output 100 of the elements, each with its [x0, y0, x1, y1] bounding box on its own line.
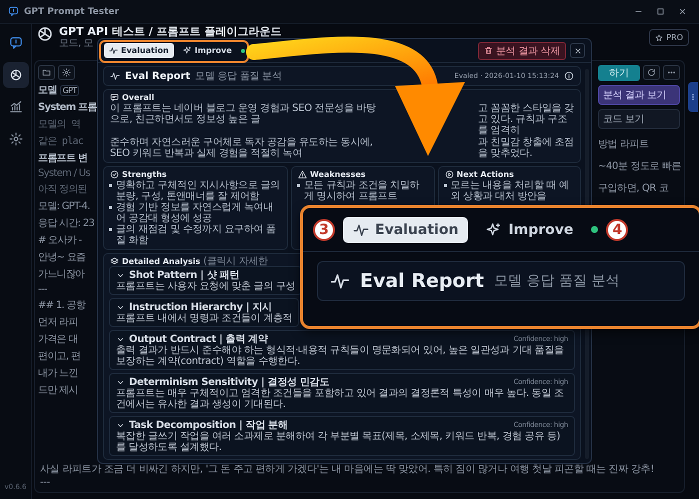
close-icon	[678, 7, 687, 16]
analysis-title: Shot Pattern | 샷 패턴	[129, 269, 240, 281]
section-label: System 프롬	[38, 101, 95, 114]
analysis-text: 프롬프트 내에서 명령과 조건들이 계층적	[116, 313, 292, 324]
list-item-text: 모르는 내용을 처리할 때 예외 상황과 대처 방안을	[450, 180, 570, 202]
open-button[interactable]	[38, 65, 55, 80]
settings-icon	[8, 132, 22, 146]
page-title: GPT API 테스트 / 프롬프트 플레이그라운드	[59, 25, 282, 38]
analysis-item[interactable]: Shot Pattern | 샷 패턴 프롬프트는 사용자 요청에 맞춘 글의 구성	[109, 266, 302, 295]
response-text: 안녕~ 요즘	[38, 251, 86, 264]
star-icon	[655, 34, 664, 42]
response-text: 내가 느낀	[38, 367, 79, 380]
response-meta: 모델: GPT-4.	[38, 200, 91, 213]
prompt-text: 모델의 역	[38, 118, 82, 131]
page-subtitle: 모드, 모	[59, 38, 93, 50]
tab[interactable]: Evaluation	[343, 216, 468, 242]
pulse-icon	[110, 71, 120, 81]
analysis-title: Instruction Hierarchy | 지시	[129, 301, 272, 314]
window-title: GPT Prompt Tester	[24, 6, 119, 16]
chart-icon	[8, 100, 22, 114]
analysis-text: 복잡한 글쓰기 작업을 여러 소과제로 분해하여 각 부분별 목표(제목, 소제목, 키워드 반복, 경험 공유 등)를 달성하도록 설계했다.	[116, 431, 562, 453]
section-heading: Strengths	[122, 170, 167, 178]
bullet-icon	[109, 206, 112, 209]
response-text: 방법 라피트	[598, 138, 650, 151]
report-title: Eval Report	[360, 270, 484, 292]
section-label: 프롬프트 변	[38, 152, 88, 165]
menu-item[interactable]: 코드 보기	[598, 109, 680, 129]
sidebar-item[interactable]	[2, 62, 28, 88]
warning-icon	[298, 170, 307, 178]
analysis-title: Task Decomposition | 작업 분해	[129, 419, 288, 432]
list-item-text: 경험 기반 정보를 자연스럽게 녹여내어 공감대 형성에 성공	[116, 202, 274, 224]
response-text: 먼저 라피	[38, 316, 79, 329]
check-circle-icon	[110, 170, 119, 178]
hint-text: (클릭시 자세한	[203, 255, 268, 268]
analysis-title: Output Contract | 출력 계약	[129, 333, 268, 345]
pro-button[interactable]: PRO	[649, 29, 689, 46]
more-button[interactable]	[663, 65, 680, 80]
response-text: # 오사카 -	[38, 234, 83, 247]
settings-icon	[62, 68, 71, 77]
section-heading: Overall	[122, 92, 154, 102]
chat-icon	[8, 36, 22, 50]
response-meta: 응답 시간: 23	[38, 217, 95, 230]
sparkle-icon	[486, 222, 502, 238]
report-subtitle: 모델 응답 품질 분석	[494, 272, 620, 290]
maximize-icon	[656, 7, 665, 16]
step-badge: 4	[606, 218, 628, 240]
bullet-icon	[109, 184, 112, 187]
folder-icon	[42, 68, 51, 77]
response-text: ---	[40, 477, 51, 488]
list-item-text: 글의 재점검 및 수정까지 요구하여 품질 화함	[116, 224, 277, 246]
overall-text: 고 꼼꼼한 스타일을 갖고 있다. 규칙과 구조를 엄격히	[478, 103, 574, 136]
info-icon	[564, 71, 574, 81]
analysis-text: 프롬프트는 사용자 요청에 맞춘 글의 구성	[116, 281, 296, 292]
report-subtitle: 모델 응답 품질 분석	[195, 70, 282, 83]
response-text: ~40분 정도로 빠른	[598, 160, 680, 173]
refresh-button[interactable]	[643, 65, 660, 80]
tab[interactable]: Improve	[178, 43, 237, 58]
hint-text: 아직 정의된	[38, 183, 88, 196]
knot-logo-icon	[8, 68, 22, 82]
section-heading: Detailed Analysis	[122, 256, 200, 266]
pulse-icon	[353, 222, 369, 238]
report-title: Eval Report	[125, 70, 190, 82]
knot-logo-icon	[36, 25, 54, 43]
prompt-text: 같은 plac	[38, 135, 84, 148]
list-item-text: 모든 규칙과 조건을 치밀하게 명시하여 프롬프트	[304, 180, 420, 202]
sparkle-icon	[182, 46, 192, 55]
settings-button[interactable]	[58, 65, 75, 80]
response-text: ---	[38, 284, 48, 295]
side-panel-handle[interactable]	[688, 82, 698, 112]
pulse-icon	[109, 46, 118, 55]
analysis-text: 출력 결과가 반드시 준수해야 하는 형식적·내용적 규칙들이 명문화되어 있어, 높은 일관성과 기대 품질을 보장하는 계약(contract) 역할을 수행한다.	[116, 345, 565, 367]
response-text: 가느니잖아	[38, 268, 86, 281]
bullet-icon	[109, 228, 112, 231]
close-icon	[574, 46, 582, 54]
analysis-title: Determinism Sensitivity | 결정성 민감도	[129, 376, 329, 388]
play-circle-icon	[444, 170, 454, 178]
layers-icon	[110, 256, 119, 266]
app-icon	[8, 6, 19, 17]
overall-text: 과 친밀감 창출에 초점을 맞추었다.	[478, 137, 574, 159]
analysis-item[interactable]: Instruction Hierarchy | 지시 프롬프트 내에서 명령과 조건들이 계층적	[109, 298, 300, 327]
overall-text: 준수하며 자연스러운 구어체로 독자 공감을 유도하는 동시에, SEO 키워드 반복과 실제 경험을 적절히 녹여	[110, 137, 374, 159]
response-text: 편이고, 편	[38, 350, 82, 363]
field-label: 모델	[38, 84, 57, 97]
section-heading: Next Actions	[456, 170, 514, 178]
response-text: 가격은 대	[38, 333, 79, 346]
delete-results-button[interactable]: 분석 결과 삭제	[478, 42, 566, 60]
run-button[interactable]: 하기	[598, 65, 640, 81]
model-select[interactable]: GPT	[60, 84, 80, 96]
list-item-text: 명확하고 구체적인 지시사항으로 글의 분량, 구성, 톤앤매너를 잘 제어함	[116, 180, 281, 202]
trash-icon	[484, 46, 494, 55]
tab[interactable]: Improve	[476, 216, 584, 242]
overall-text: 이 프롬프트는 네이버 블로그 운영 경험과 SEO 전문성을 바탕으로, 친근하면서도 정보성 높은 글	[110, 103, 377, 127]
menu-item[interactable]: 분석 결과 보기	[598, 85, 680, 105]
step-badge: 3	[313, 218, 335, 240]
section-heading: Weaknesses	[310, 170, 366, 178]
refresh-icon	[647, 68, 656, 77]
response-text: 사실 라피트가 조금 더 비싸긴 하지만, '그 돈 주고 편하게 가겠다'는 내 마음에는 딱 맞았어. 특히 짐이 많거나 여행 첫날 피곤할 때는 진짜 강추!	[40, 463, 656, 476]
tab[interactable]: Evaluation	[104, 43, 174, 58]
close-button[interactable]	[570, 43, 585, 58]
more-icon	[689, 93, 697, 101]
